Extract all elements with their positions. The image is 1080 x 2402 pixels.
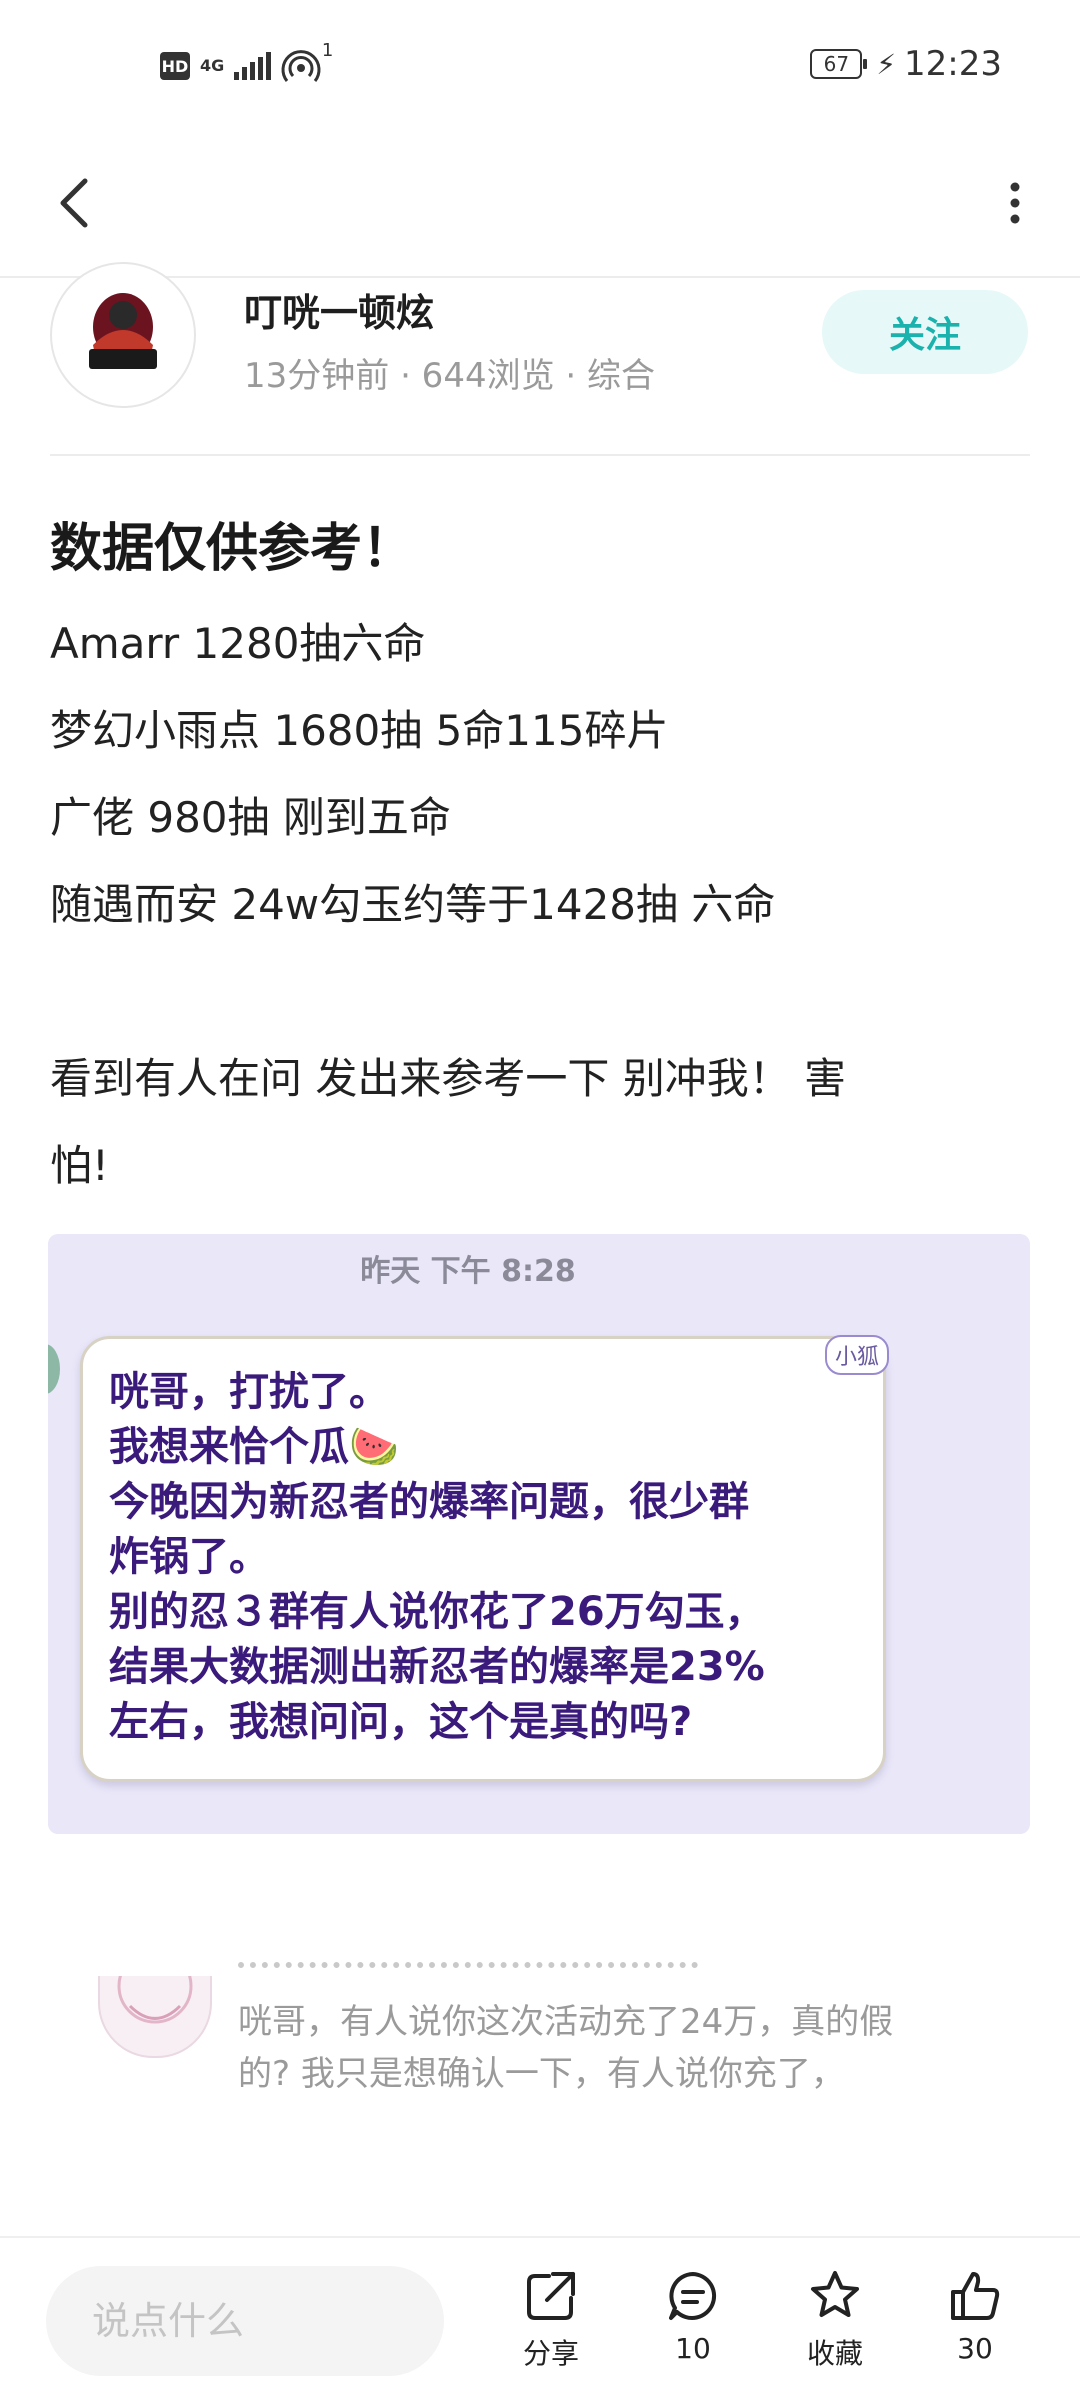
status-right: 67 ⚡ 12:23 xyxy=(810,44,1002,84)
chat-line: 今晚因为新忍者的爆率问题，很少群 xyxy=(109,1479,749,1525)
share-icon xyxy=(527,2272,575,2320)
chat-line: 别的忍３群有人说你花了26万勾玉， xyxy=(109,1589,765,1635)
like-button[interactable]: 30 xyxy=(920,2268,1030,2388)
share-label: 分享 xyxy=(522,2337,579,2370)
chat-timestamp: 昨天 下午 8:28 xyxy=(360,1254,576,1289)
preview-text: 咣哥，有人说你这次活动充了24万，真的假 的? 我只是想确认一下，有人说你充了， xyxy=(238,1996,978,2100)
post-line: 梦幻小雨点 1680抽 5命115碎片 xyxy=(50,706,669,755)
preview-line: 咣哥，有人说你这次活动充了24万，真的假 xyxy=(238,2002,894,2042)
preview-avatar xyxy=(98,1976,212,2058)
cartoon-avatar-icon xyxy=(117,1976,193,2024)
hd-badge: HD xyxy=(160,52,190,80)
preview-line: 的? 我只是想确认一下，有人说你充了， xyxy=(238,2054,845,2094)
chat-line: 炸锅了。 xyxy=(109,1534,269,1580)
author-avatar[interactable] xyxy=(50,262,196,408)
post-line: 随遇而安 24w勾玉约等于1428抽 六命 xyxy=(50,880,776,929)
sender-tag: 小狐 xyxy=(824,1335,889,1375)
follow-button[interactable]: 关注 xyxy=(822,290,1028,374)
comment-input[interactable] xyxy=(46,2266,444,2376)
bottom-action-bar: 分享 10 收藏 30 xyxy=(0,2236,1080,2402)
post-line: 怕! xyxy=(50,1141,109,1190)
collect-label: 收藏 xyxy=(806,2337,863,2370)
more-button[interactable] xyxy=(980,168,1050,238)
chat-line: 左右，我想问问，这个是真的吗? xyxy=(109,1699,693,1745)
post-title: 数据仅供参考！ xyxy=(50,519,415,579)
battery-icon: 67 xyxy=(810,49,868,79)
post-line: 看到有人在问 发出来参考一下 别冲我！ 害 xyxy=(50,1054,847,1103)
partial-avatar xyxy=(48,1344,60,1394)
share-button[interactable]: 分享 xyxy=(496,2268,606,2388)
post-body: Amarr 1280抽六命 梦幻小雨点 1680抽 5命115碎片 广佬 980… xyxy=(50,600,1010,1209)
thumb-up-icon xyxy=(951,2272,1000,2320)
star-icon xyxy=(811,2271,859,2317)
collect-button[interactable]: 收藏 xyxy=(780,2268,890,2388)
back-arrow-icon xyxy=(60,178,88,228)
comment-icon xyxy=(669,2272,717,2320)
comment-count: 10 xyxy=(675,2332,711,2365)
post-line: 广佬 980抽 刚到五命 xyxy=(50,793,451,842)
battery-level: 67 xyxy=(823,52,850,76)
network-type: 4G xyxy=(200,56,225,75)
chat-line: 咣哥，打扰了。 xyxy=(109,1369,389,1415)
author-name[interactable]: 叮咣一顿炫 xyxy=(244,282,434,337)
post-meta: 13分钟前 · 644浏览 · 综合 xyxy=(244,356,656,396)
status-bar: HD 4G 1 67 ⚡ 12:23 xyxy=(0,0,1080,130)
post-image[interactable]: 昨天 下午 8:28 小狐 咣哥，打扰了。 我想来恰个瓜🍉 今晚因为新忍者的爆率… xyxy=(48,1234,1030,1834)
avatar-icon xyxy=(89,293,157,369)
comment-button[interactable]: 10 xyxy=(638,2268,748,2388)
divider xyxy=(50,454,1030,456)
hotspot-icon: 1 xyxy=(281,40,333,86)
top-nav xyxy=(0,130,1080,278)
back-button[interactable] xyxy=(40,168,110,238)
post-line: Amarr 1280抽六命 xyxy=(50,619,426,668)
signal-icon xyxy=(234,52,272,80)
chat-bubble: 小狐 咣哥，打扰了。 我想来恰个瓜🍉 今晚因为新忍者的爆率问题，很少群 炸锅了。… xyxy=(80,1335,889,1782)
charging-icon: ⚡ xyxy=(876,47,897,81)
clock: 12:23 xyxy=(904,44,1002,84)
cropped-text-edge xyxy=(238,1962,698,1978)
chat-message: 咣哥，打扰了。 我想来恰个瓜🍉 今晚因为新忍者的爆率问题，很少群 炸锅了。 别的… xyxy=(109,1365,765,1750)
like-count: 30 xyxy=(957,2332,993,2365)
hotspot-count: 1 xyxy=(321,40,334,61)
more-icon xyxy=(1010,182,1020,224)
chat-line: 我想来恰个瓜🍉 xyxy=(109,1424,399,1470)
post-blank-line xyxy=(50,948,1010,1035)
status-left: HD 4G 1 xyxy=(160,40,333,86)
chat-line: 结果大数据测出新忍者的爆率是23% xyxy=(109,1644,765,1690)
